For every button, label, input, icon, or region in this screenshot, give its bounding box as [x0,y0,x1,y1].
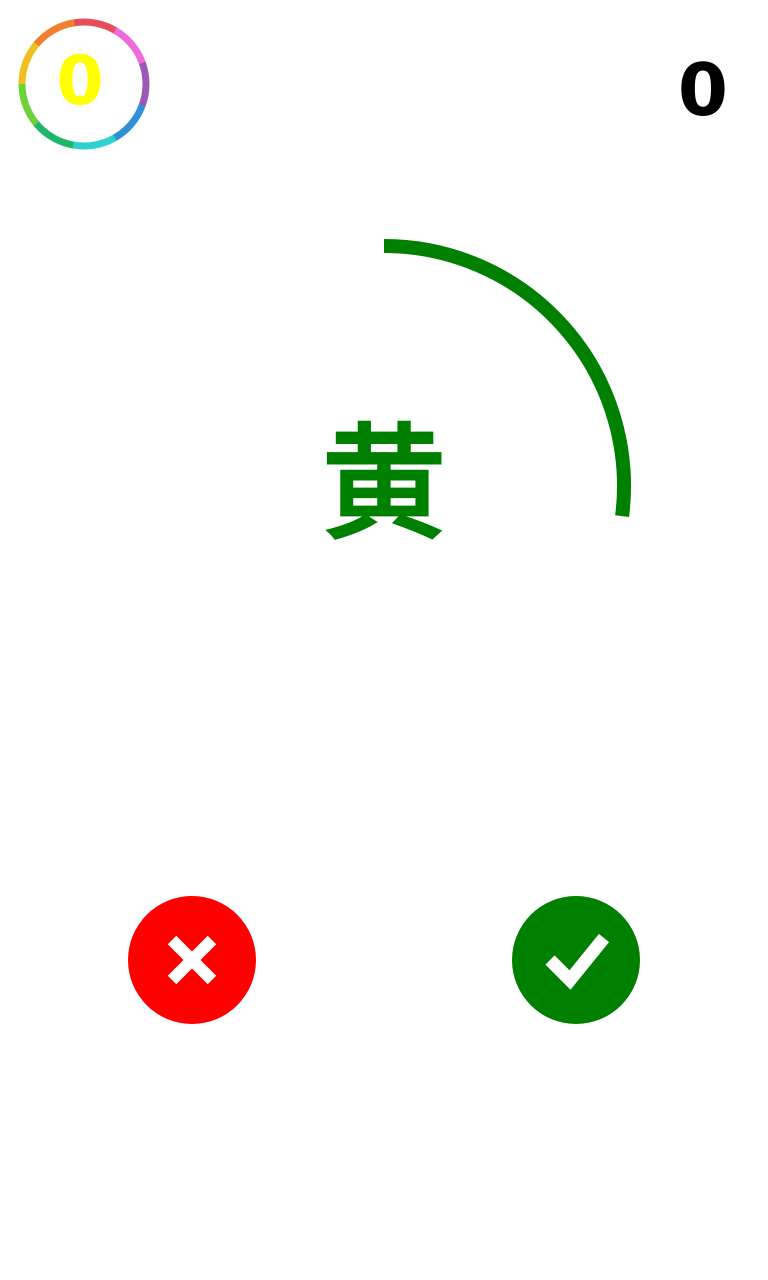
check-icon [545,933,610,990]
correct-answer-button[interactable] [512,896,640,1024]
countdown-timer-arc [383,239,631,517]
wrong-answer-button[interactable] [128,896,256,1024]
close-icon [167,935,217,985]
game-screen: 0 0 黄 [0,0,768,1280]
color-word: 黄 [321,412,446,557]
